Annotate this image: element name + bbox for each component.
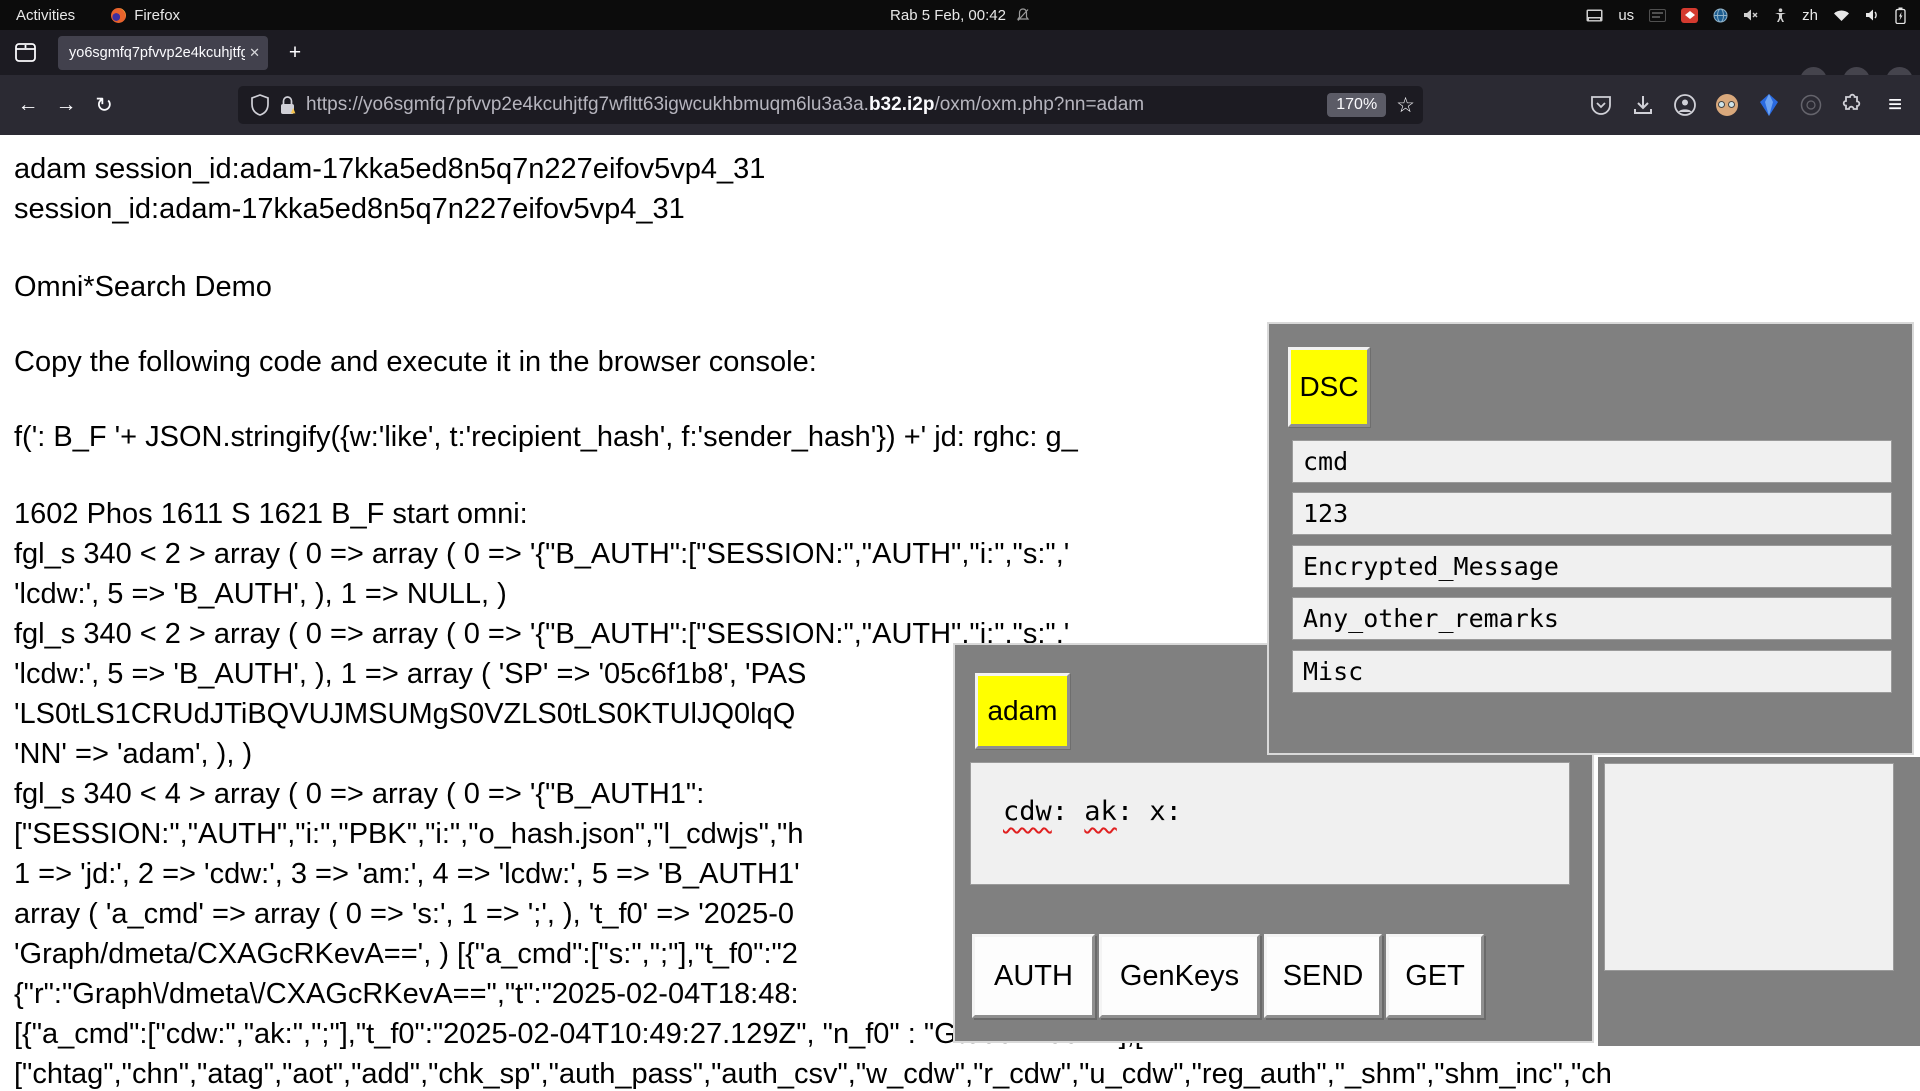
wifi-icon[interactable] bbox=[1833, 9, 1850, 22]
genkeys-button[interactable]: GenKeys bbox=[1099, 934, 1260, 1018]
tab-title: yo6sgmfq7pfvvp2e4kcuhjtfg bbox=[69, 45, 245, 61]
screen: Activities Firefox Rab 5 Feb, 00:42 us bbox=[0, 0, 1920, 1080]
audio-muted-icon[interactable] bbox=[1743, 8, 1759, 22]
extensions-puzzle-icon[interactable] bbox=[1840, 93, 1866, 117]
profile-avatar-icon[interactable] bbox=[1714, 94, 1740, 116]
url-text: https://yo6sgmfq7pfvvp2e4kcuhjtfg7wfltt6… bbox=[306, 94, 1327, 116]
volume-icon[interactable] bbox=[1865, 8, 1880, 22]
focused-app-label: Firefox bbox=[134, 7, 180, 24]
firefox-logo-icon bbox=[111, 8, 126, 23]
url-bar[interactable]: https://yo6sgmfq7pfvvp2e4kcuhjtfg7wfltt6… bbox=[238, 86, 1423, 124]
keyboard-icon[interactable] bbox=[1586, 9, 1603, 22]
reload-button[interactable]: ↻ bbox=[88, 89, 120, 121]
cmd-field[interactable]: cmd bbox=[1292, 440, 1892, 483]
firefox-view-icon[interactable] bbox=[14, 41, 37, 64]
globe-tray-icon[interactable] bbox=[1713, 8, 1728, 23]
extension-blue-icon[interactable] bbox=[1756, 93, 1782, 117]
misc-field[interactable]: Misc bbox=[1292, 650, 1892, 693]
page-line: ["chtag","chn","atag","aot","add","chk_s… bbox=[14, 1057, 1920, 1091]
pocket-icon[interactable] bbox=[1588, 93, 1614, 117]
downloads-icon[interactable] bbox=[1630, 93, 1656, 117]
adam-title-button[interactable]: adam bbox=[975, 673, 1070, 749]
page-line: adam session_id:adam-17kka5ed8n5q7n227ei… bbox=[14, 152, 1920, 186]
console-word: x: bbox=[1149, 796, 1182, 827]
accessibility-icon[interactable] bbox=[1774, 8, 1787, 23]
dsc-panel: DSC cmd 123 Encrypted_Message Any_other_… bbox=[1267, 322, 1914, 755]
screen-share-indicator-icon[interactable] bbox=[1681, 8, 1698, 23]
notifications-muted-icon bbox=[1016, 8, 1030, 22]
battery-icon[interactable] bbox=[1895, 7, 1906, 24]
page-line: session_id:adam-17kka5ed8n5q7n227eifov5v… bbox=[14, 192, 1920, 226]
clock[interactable]: Rab 5 Feb, 00:42 bbox=[890, 7, 1006, 24]
bookmark-star-icon[interactable]: ☆ bbox=[1396, 93, 1415, 118]
hidden-panel-textarea[interactable] bbox=[1604, 763, 1894, 971]
shield-icon[interactable] bbox=[250, 94, 270, 116]
value-field[interactable]: 123 bbox=[1292, 492, 1892, 535]
console-sep: : bbox=[1052, 796, 1085, 827]
keyboard-layout-indicator[interactable]: us bbox=[1618, 7, 1634, 24]
encrypted-message-field[interactable]: Encrypted_Message bbox=[1292, 545, 1892, 588]
console-word: cdw bbox=[1003, 796, 1052, 827]
zoom-level-badge[interactable]: 170% bbox=[1327, 93, 1386, 117]
console-sep: : bbox=[1117, 796, 1150, 827]
dsc-title-button[interactable]: DSC bbox=[1288, 347, 1370, 427]
console-word: ak bbox=[1084, 796, 1117, 827]
menu-hamburger-icon[interactable]: ≡ bbox=[1882, 91, 1908, 119]
auth-button[interactable]: AUTH bbox=[972, 934, 1095, 1018]
browser-tab[interactable]: yo6sgmfq7pfvvp2e4kcuhjtfg ✕ bbox=[58, 36, 268, 70]
remarks-field[interactable]: Any_other_remarks bbox=[1292, 597, 1892, 640]
firefox-nav-bar: ← → ↻ https://yo6sgmfq7pfvvp2e4kcuhjtfg7… bbox=[0, 75, 1920, 135]
input-method-icon[interactable] bbox=[1649, 9, 1666, 22]
send-button[interactable]: SEND bbox=[1264, 934, 1382, 1018]
hidden-widget-panel bbox=[1598, 757, 1920, 1046]
account-icon[interactable] bbox=[1672, 93, 1698, 117]
language-indicator[interactable]: zh bbox=[1802, 7, 1818, 24]
new-tab-button[interactable]: + bbox=[282, 40, 308, 66]
extension-dimmed-icon[interactable] bbox=[1798, 94, 1824, 116]
back-button[interactable]: ← bbox=[12, 89, 44, 121]
tab-close-icon[interactable]: ✕ bbox=[249, 45, 260, 61]
get-button[interactable]: GET bbox=[1386, 934, 1484, 1018]
lock-icon[interactable] bbox=[279, 95, 296, 116]
page-line: Omni*Search Demo bbox=[14, 270, 1920, 304]
gnome-top-bar: Activities Firefox Rab 5 Feb, 00:42 us bbox=[0, 0, 1920, 30]
activities-button[interactable]: Activities bbox=[16, 7, 75, 24]
focused-app-menu[interactable]: Firefox bbox=[111, 7, 180, 24]
firefox-tab-bar: yo6sgmfq7pfvvp2e4kcuhjtfg ✕ + – ✕ bbox=[0, 30, 1920, 75]
adam-console-textarea[interactable]: cdw: ak: x: bbox=[970, 762, 1570, 885]
forward-button[interactable]: → bbox=[50, 89, 82, 121]
